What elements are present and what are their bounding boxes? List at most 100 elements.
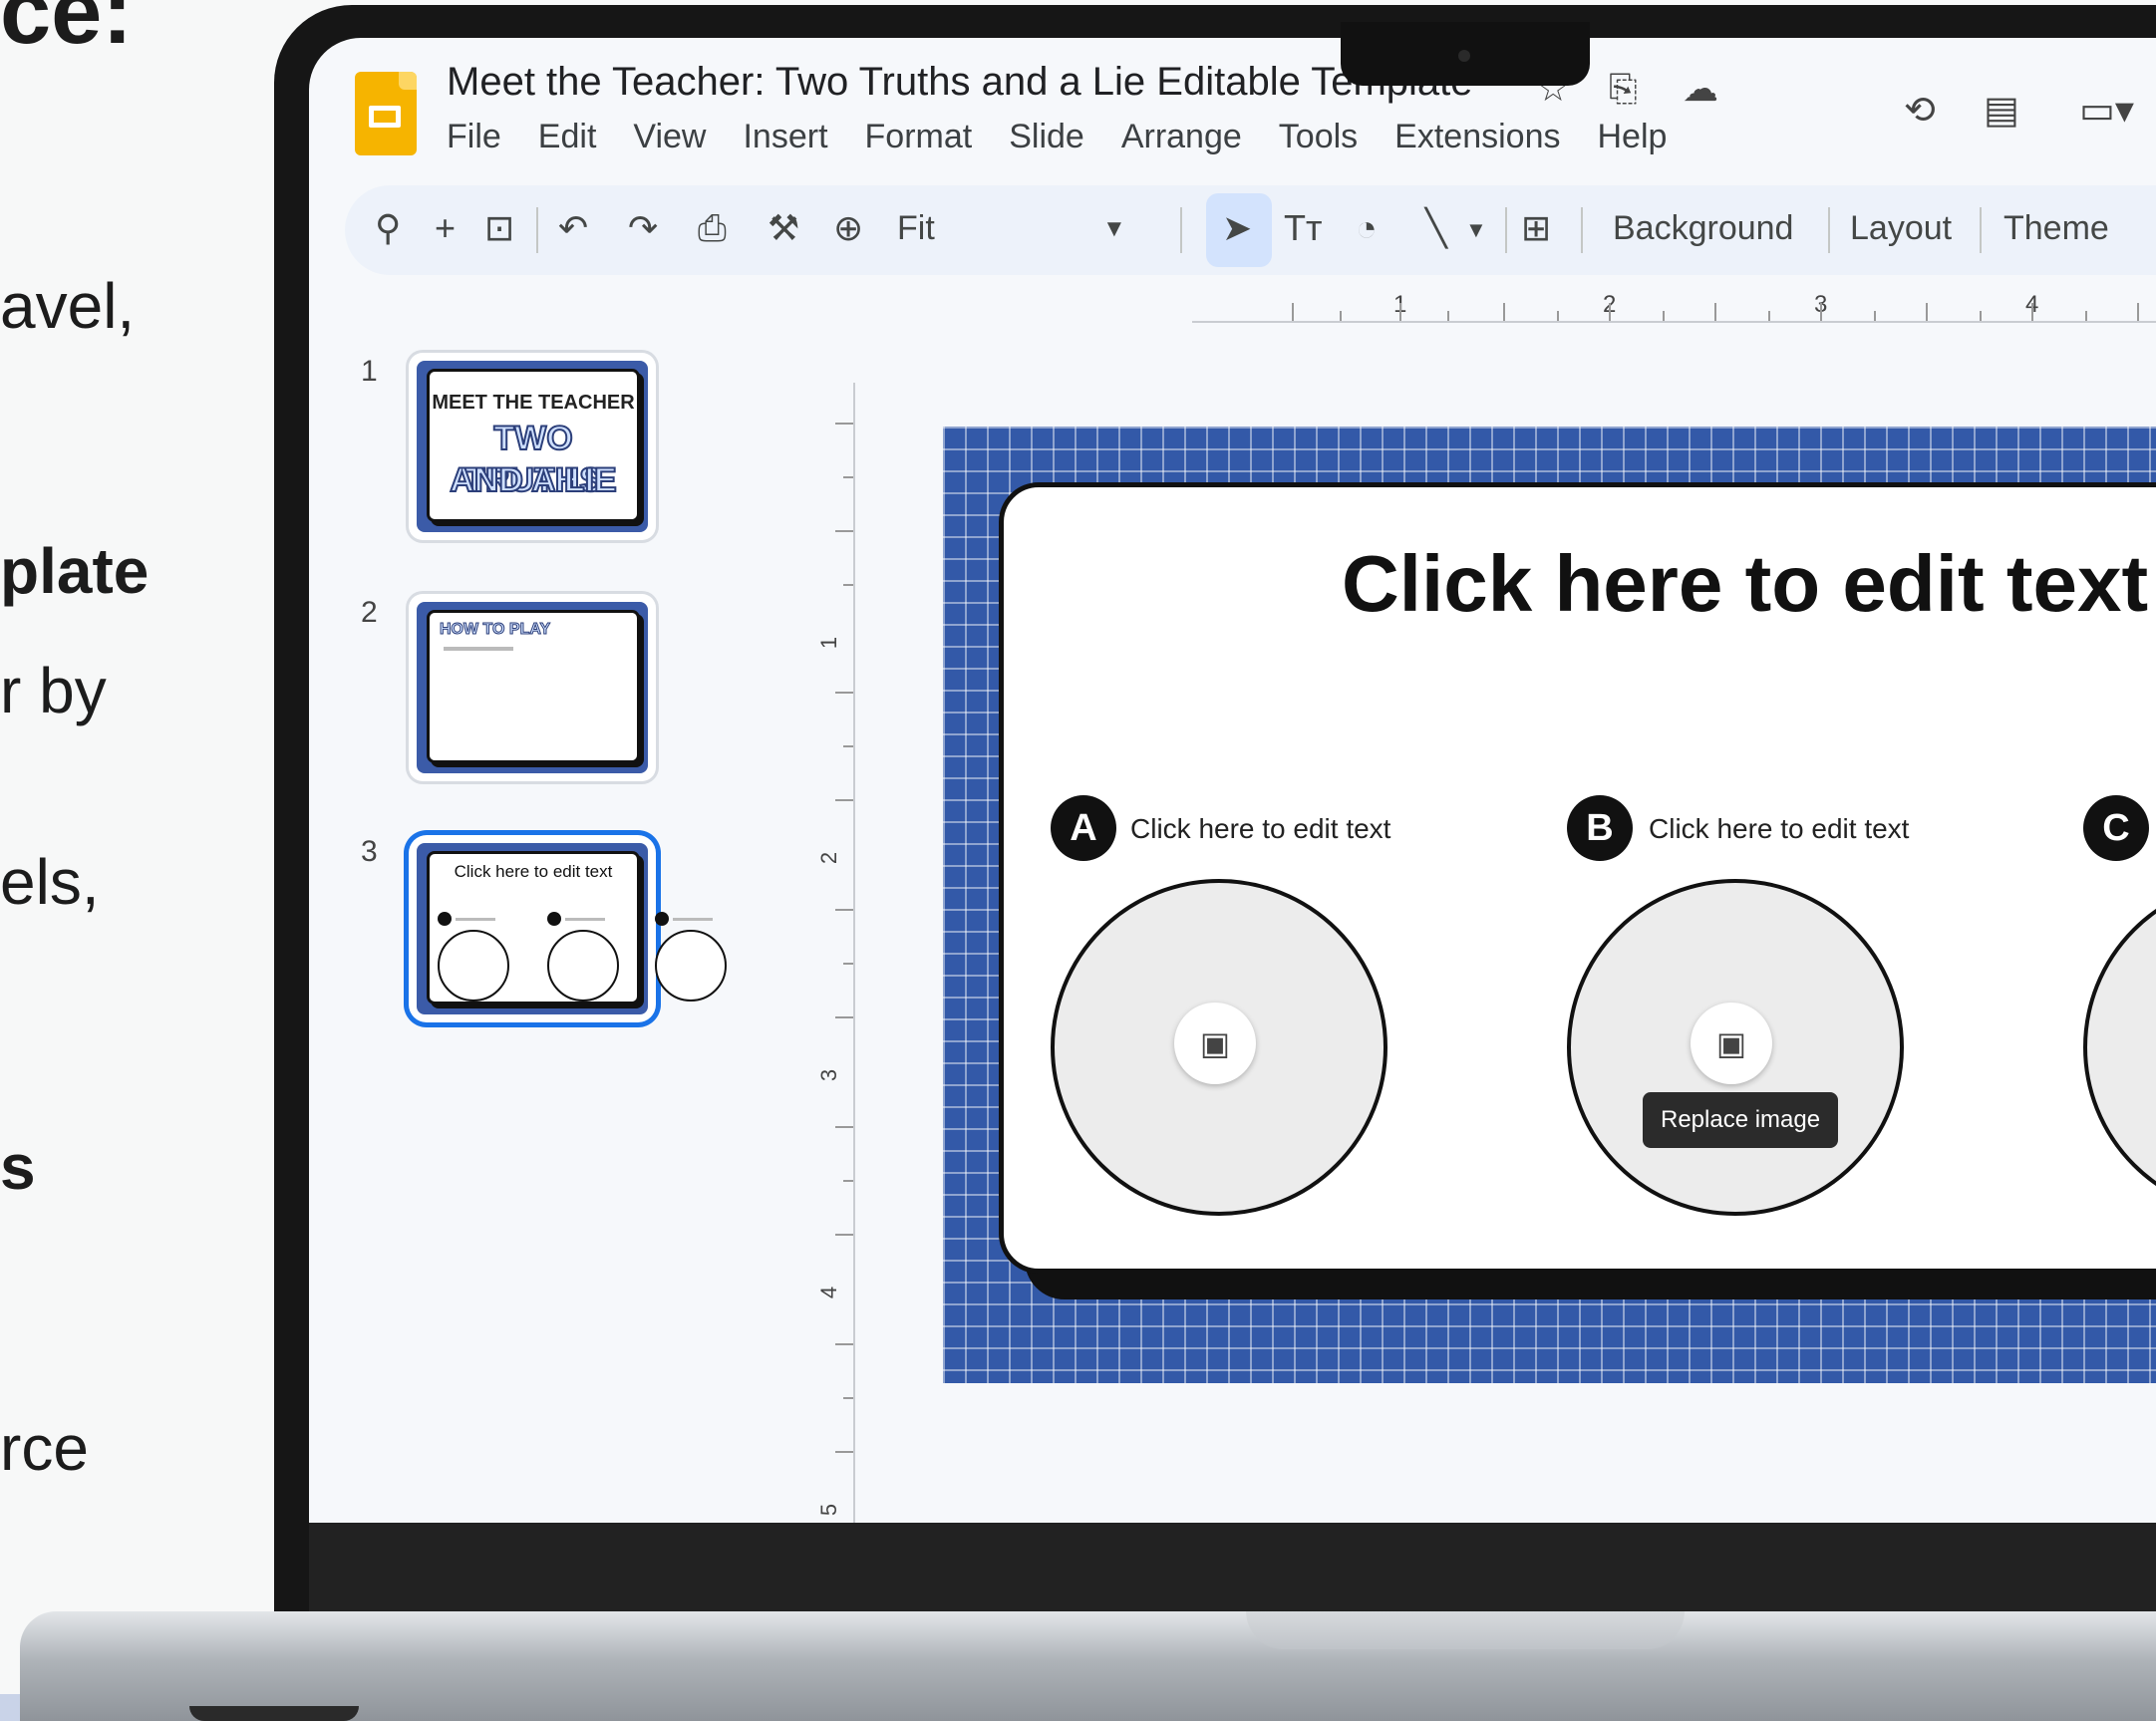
menu-format[interactable]: Format bbox=[865, 118, 973, 156]
slide-thumbnail-1[interactable]: MEET THE TEACHER TWO TRUTHS AND A LIE bbox=[409, 353, 656, 540]
history-icon[interactable]: ⟲ bbox=[1904, 88, 1936, 133]
ruler-tick bbox=[1447, 311, 1449, 321]
ruler-tick bbox=[835, 692, 853, 694]
ruler-tick bbox=[835, 1016, 853, 1018]
image-icon[interactable]: ▣ bbox=[1691, 1003, 1772, 1084]
cloud-icon[interactable]: ☁ bbox=[1683, 68, 1718, 110]
zoom-dropdown-icon[interactable]: ▼ bbox=[1102, 215, 1126, 243]
ruler-tick bbox=[843, 584, 853, 586]
thumb-option-circle bbox=[547, 930, 619, 1002]
laptop-base bbox=[20, 1611, 2156, 1721]
vertical-ruler: 1 2 3 4 5 bbox=[816, 383, 855, 1523]
ruler-tick bbox=[1768, 311, 1770, 321]
ruler-tick bbox=[843, 1397, 853, 1399]
slide-number: 1 bbox=[361, 355, 378, 388]
redo-icon[interactable]: ↷ bbox=[628, 207, 658, 249]
ruler-tick bbox=[1399, 303, 1401, 321]
zoom-icon[interactable]: ⊕ bbox=[833, 207, 863, 249]
thumb-title: Click here to edit text bbox=[454, 862, 613, 881]
layout-button[interactable]: Layout bbox=[1850, 209, 1952, 248]
menu-view[interactable]: View bbox=[633, 118, 706, 156]
zoom-select[interactable]: Fit bbox=[897, 209, 935, 248]
horizontal-ruler: 1 2 3 4 bbox=[1192, 291, 2156, 323]
ruler-tick bbox=[835, 1126, 853, 1128]
thumb-title-line2: AND A LIE bbox=[449, 460, 617, 500]
paint-format-icon[interactable]: ⚒ bbox=[768, 207, 799, 249]
ruler-number: 2 bbox=[816, 851, 842, 865]
promo-fragment: s bbox=[0, 1131, 36, 1203]
menu-slide[interactable]: Slide bbox=[1009, 118, 1084, 156]
toolbar: ⚲ + ⊡ ↶ ↷ ⎙ ⚒ ⊕ Fit ▼ ➤ Tт ◔ ╲ ▼ ⊞ Backg… bbox=[345, 185, 2156, 275]
ruler-tick bbox=[843, 963, 853, 965]
menu-tools[interactable]: Tools bbox=[1279, 118, 1358, 156]
slide-number: 3 bbox=[361, 835, 378, 868]
comment-icon[interactable]: ⊞ bbox=[1521, 207, 1551, 249]
ruler-tick bbox=[1557, 311, 1559, 321]
toolbar-divider bbox=[1828, 207, 1830, 253]
thumb-option-line bbox=[456, 918, 495, 921]
ruler-tick bbox=[1874, 311, 1876, 321]
thumb-card: MEET THE TEACHER TWO TRUTHS AND A LIE bbox=[427, 369, 640, 522]
option-b-badge: B bbox=[1567, 795, 1633, 861]
ruler-tick bbox=[835, 1234, 853, 1236]
menu-bar: File Edit View Insert Format Slide Arran… bbox=[447, 118, 1703, 156]
option-b-textbox[interactable]: Click here to edit text bbox=[1649, 813, 1909, 845]
ruler-tick bbox=[1609, 303, 1611, 321]
menu-help[interactable]: Help bbox=[1598, 118, 1668, 156]
promo-fragment: rce bbox=[0, 1412, 89, 1484]
theme-button[interactable]: Theme bbox=[2003, 209, 2109, 248]
undo-icon[interactable]: ↶ bbox=[558, 207, 588, 249]
comments-icon[interactable]: ▤ bbox=[1984, 88, 2019, 133]
background-button[interactable]: Background bbox=[1613, 209, 1793, 248]
ruler-tick bbox=[1926, 303, 1928, 321]
promo-fragment: ce: bbox=[0, 0, 133, 63]
ruler-tick bbox=[835, 1343, 853, 1345]
meet-icon[interactable]: ▭▾ bbox=[2079, 88, 2134, 133]
option-a-badge: A bbox=[1051, 795, 1116, 861]
document-title[interactable]: Meet the Teacher: Two Truths and a Lie E… bbox=[447, 60, 1473, 105]
menu-edit[interactable]: Edit bbox=[538, 118, 597, 156]
slide-thumbnail-2[interactable]: HOW TO PLAY bbox=[409, 594, 656, 781]
laptop-base-lip bbox=[1246, 1611, 1685, 1649]
toolbar-divider bbox=[536, 207, 538, 253]
new-slide-icon[interactable]: ⊡ bbox=[484, 207, 514, 249]
text-box-icon[interactable]: Tт bbox=[1284, 207, 1322, 249]
move-icon[interactable]: ⎘ bbox=[1609, 68, 1638, 111]
slides-logo-icon[interactable] bbox=[355, 72, 417, 155]
menu-arrange[interactable]: Arrange bbox=[1121, 118, 1242, 156]
ruler-tick bbox=[1714, 303, 1716, 321]
slide-thumbnail-3[interactable]: Click here to edit text bbox=[409, 835, 727, 1022]
shape-icon[interactable]: ◔ bbox=[1356, 207, 1378, 249]
line-icon[interactable]: ╲ bbox=[1425, 207, 1447, 249]
thumb-option-circle bbox=[438, 930, 509, 1002]
menu-file[interactable]: File bbox=[447, 118, 501, 156]
promo-fragment: plate bbox=[0, 535, 150, 607]
search-icon[interactable]: ⚲ bbox=[375, 207, 401, 249]
option-a-textbox[interactable]: Click here to edit text bbox=[1130, 813, 1390, 845]
ruler-tick bbox=[843, 476, 853, 478]
thumb-subtitle: MEET THE TEACHER bbox=[432, 392, 635, 414]
plus-icon[interactable]: + bbox=[435, 207, 456, 249]
thumb-option-dot bbox=[547, 912, 561, 926]
laptop-chin bbox=[309, 1523, 2156, 1612]
thumb-option-line bbox=[673, 918, 713, 921]
ruler-tick bbox=[1503, 303, 1505, 321]
thumb-option-circle bbox=[655, 930, 727, 1002]
menu-insert[interactable]: Insert bbox=[743, 118, 827, 156]
laptop-foot bbox=[189, 1706, 359, 1721]
thumb-title: HOW TO PLAY bbox=[439, 621, 551, 639]
ruler-tick bbox=[835, 909, 853, 911]
select-icon[interactable]: ➤ bbox=[1222, 207, 1252, 249]
slide-title-textbox[interactable]: Click here to edit text bbox=[1342, 538, 2148, 630]
toolbar-divider bbox=[1180, 207, 1182, 253]
print-icon[interactable]: ⎙ bbox=[698, 207, 727, 250]
ruler-number: 4 bbox=[816, 1286, 842, 1299]
ruler-number: 3 bbox=[816, 1068, 842, 1082]
line-dropdown-icon[interactable]: ▼ bbox=[1465, 217, 1487, 243]
camera-notch bbox=[1341, 22, 1590, 86]
ruler-tick bbox=[2137, 303, 2139, 321]
image-icon[interactable]: ▣ bbox=[1174, 1003, 1256, 1084]
ruler-tick bbox=[835, 799, 853, 801]
menu-extensions[interactable]: Extensions bbox=[1394, 118, 1560, 156]
ruler-tick bbox=[1292, 303, 1294, 321]
